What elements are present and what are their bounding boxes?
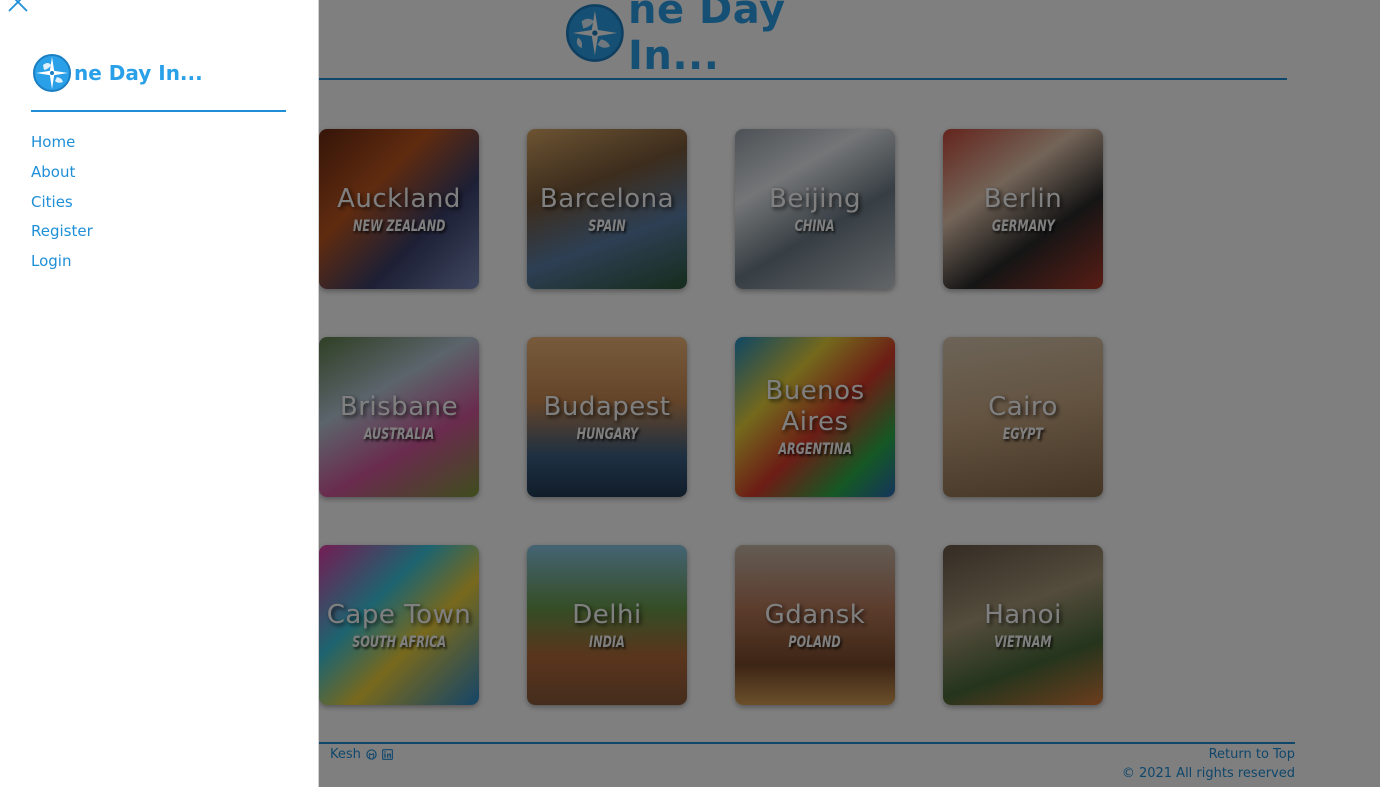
sidebar: ne Day In... Home About Cities Register … bbox=[0, 0, 319, 787]
sidebar-divider bbox=[31, 110, 286, 112]
nav-home-link[interactable]: Home bbox=[31, 128, 93, 158]
nav-about-link[interactable]: About bbox=[31, 158, 93, 188]
nav-register-link[interactable]: Register bbox=[31, 217, 93, 247]
nav-login-link[interactable]: Login bbox=[31, 247, 93, 277]
sidebar-brand-name: ne Day In... bbox=[74, 61, 203, 85]
sidebar-nav: Home About Cities Register Login bbox=[31, 128, 93, 277]
nav-cities-link[interactable]: Cities bbox=[31, 188, 93, 218]
sidebar-brand[interactable]: ne Day In... bbox=[31, 53, 203, 93]
globe-compass-icon bbox=[33, 54, 71, 92]
sidebar-backdrop[interactable] bbox=[318, 0, 1380, 787]
close-icon[interactable] bbox=[6, 0, 30, 14]
